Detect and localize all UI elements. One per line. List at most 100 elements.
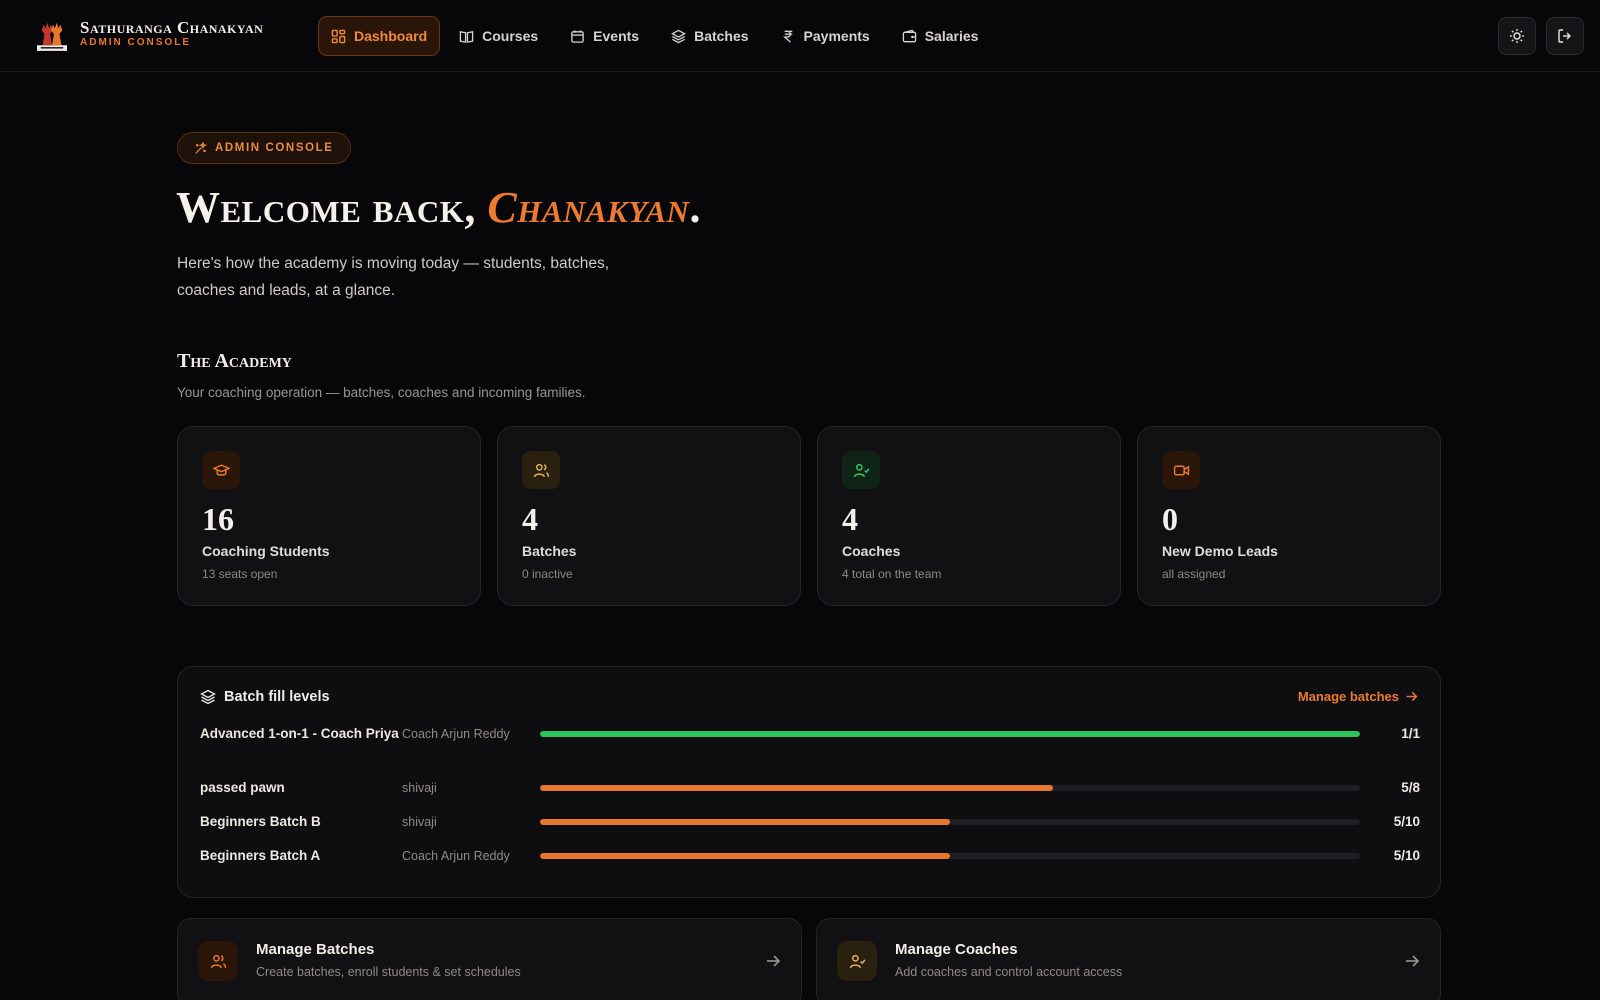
- welcome-prefix: Welcome back,: [176, 183, 488, 232]
- calendar-icon: [571, 29, 584, 43]
- batch-fill-track: [540, 784, 1360, 791]
- batch-row[interactable]: Advanced 1-on-1 - Coach Priya Coach Arju…: [200, 723, 1420, 744]
- sparkle-icon: [195, 141, 207, 154]
- chess-logo-icon: [36, 16, 68, 52]
- batch-row[interactable]: passed pawn shivaji 5/8: [200, 777, 1420, 798]
- batch-row[interactable]: Beginners Batch B shivaji 5/10: [200, 811, 1420, 832]
- stat-cards: 16 Coaching Students 13 seats open 4 Bat…: [177, 426, 1441, 606]
- manage-coaches-card[interactable]: Manage Coaches Add coaches and control a…: [816, 918, 1441, 1000]
- batch-coach: shivaji: [402, 780, 437, 795]
- batch-fill-title: Batch fill levels: [224, 689, 330, 705]
- stat-subtext: 4 total on the team: [842, 567, 942, 581]
- logout-icon: [1558, 29, 1571, 43]
- batch-name: Advanced 1-on-1 - Coach Priya: [200, 726, 399, 741]
- batch-fill-track: [540, 730, 1360, 737]
- batch-name: passed pawn: [200, 780, 285, 795]
- batch-name: Beginners Batch A: [200, 848, 321, 863]
- stat-icon-box: [1162, 451, 1200, 489]
- batch-coach: Coach Arjun Reddy: [402, 848, 510, 863]
- welcome-name: Chanakyan: [487, 183, 690, 232]
- manage-batches-link-label: Manage batches: [1297, 689, 1399, 704]
- stat-subtext: 0 inactive: [522, 567, 573, 581]
- manage-batches-link[interactable]: Manage batches: [1298, 689, 1418, 704]
- stat-card-batches: 4 Batches 0 inactive: [497, 426, 801, 606]
- stat-value: 4: [522, 501, 538, 537]
- batch-count: 1/1: [1401, 726, 1420, 741]
- batch-coach: shivaji: [402, 814, 437, 829]
- stat-value: 4: [842, 501, 858, 537]
- batch-fill-track: [540, 818, 1360, 825]
- arrow-right-icon: [1406, 691, 1418, 702]
- nav-payments-label: Payments: [803, 28, 870, 44]
- section-title: The Academy: [177, 350, 292, 372]
- logout-button[interactable]: [1546, 17, 1584, 55]
- batch-row[interactable]: Beginners Batch A Coach Arjun Reddy 5/10: [200, 845, 1420, 866]
- batch-fill-header: Batch fill levels: [200, 689, 330, 705]
- batch-count: 5/8: [1401, 780, 1420, 795]
- stat-label: Batches: [522, 543, 577, 559]
- action-subtitle: Create batches, enroll students & set sc…: [256, 965, 521, 979]
- brand-name: Sathuranga Chanakyan: [80, 18, 264, 37]
- nav-courses[interactable]: Courses: [446, 16, 551, 56]
- stat-label: Coaching Students: [202, 543, 330, 559]
- admin-console-label: ADMIN CONSOLE: [215, 142, 334, 154]
- action-title: Manage Coaches: [895, 941, 1018, 958]
- nav-events-label: Events: [593, 28, 640, 44]
- video-icon: [1173, 464, 1189, 476]
- stat-icon-box: [522, 451, 560, 489]
- users-icon: [533, 463, 549, 477]
- nav-dashboard-label: Dashboard: [354, 28, 428, 44]
- stat-subtext: 13 seats open: [202, 567, 278, 581]
- wallet-icon: [902, 29, 916, 42]
- theme-toggle-button[interactable]: [1498, 17, 1536, 55]
- batch-count: 5/10: [1393, 814, 1420, 829]
- action-icon-box: [837, 941, 877, 981]
- batch-fill-track: [540, 852, 1360, 859]
- stat-icon-box: [842, 451, 880, 489]
- stat-card-coaches: 4 Coaches 4 total on the team: [817, 426, 1121, 606]
- stat-label: New Demo Leads: [1162, 543, 1278, 559]
- batch-fill-bar: [540, 818, 950, 825]
- nav-batches[interactable]: Batches: [658, 16, 761, 56]
- user-check-icon: [853, 463, 870, 477]
- stat-card-students: 16 Coaching Students 13 seats open: [177, 426, 481, 606]
- welcome-description: Here's how the academy is moving today —…: [177, 255, 610, 299]
- section-subtitle: Your coaching operation — batches, coach…: [177, 385, 586, 400]
- brand[interactable]: Sathuranga Chanakyan ADMIN CONSOLE: [36, 16, 263, 52]
- nav-salaries[interactable]: Salaries: [889, 16, 992, 56]
- nav-payments[interactable]: Payments: [768, 16, 883, 56]
- stat-card-demo-leads: 0 New Demo Leads all assigned: [1137, 426, 1441, 606]
- stat-subtext: all assigned: [1162, 567, 1226, 581]
- dashboard-icon: [331, 29, 346, 43]
- stat-value: 16: [202, 501, 234, 537]
- arrow-right-icon: [767, 955, 781, 967]
- nav-dashboard[interactable]: Dashboard: [318, 16, 441, 56]
- batch-coach: Coach Arjun Reddy: [402, 726, 510, 741]
- sun-icon: [1510, 29, 1524, 43]
- action-icon-box: [198, 941, 238, 981]
- users-icon: [210, 954, 226, 968]
- action-title: Manage Batches: [256, 941, 375, 958]
- stat-label: Coaches: [842, 543, 901, 559]
- user-check-icon: [849, 954, 866, 968]
- admin-console-badge: ADMIN CONSOLE: [177, 132, 351, 164]
- action-subtitle: Add coaches and control account access: [895, 965, 1123, 979]
- layers-icon: [200, 689, 216, 705]
- batch-name: Beginners Batch B: [200, 814, 321, 829]
- manage-batches-card[interactable]: Manage Batches Create batches, enroll st…: [177, 918, 802, 1000]
- book-icon: [459, 30, 474, 43]
- nav-salaries-label: Salaries: [924, 28, 979, 44]
- layers-icon: [671, 29, 687, 43]
- batch-fill-bar: [540, 784, 1053, 791]
- action-cards: Manage Batches Create batches, enroll st…: [177, 918, 1441, 1000]
- stat-value: 0: [1162, 501, 1178, 537]
- nav-batches-label: Batches: [694, 28, 749, 44]
- main-nav: Dashboard Courses Events Batches Payment…: [318, 16, 991, 56]
- batch-count: 5/10: [1393, 848, 1420, 863]
- batch-fill-card: Batch fill levels Manage batches Advance…: [177, 666, 1441, 898]
- stat-icon-box: [202, 451, 240, 489]
- arrow-right-icon: [1406, 955, 1420, 967]
- batch-fill-bar: [540, 852, 950, 859]
- nav-events[interactable]: Events: [557, 16, 652, 56]
- rupee-icon: [782, 30, 792, 43]
